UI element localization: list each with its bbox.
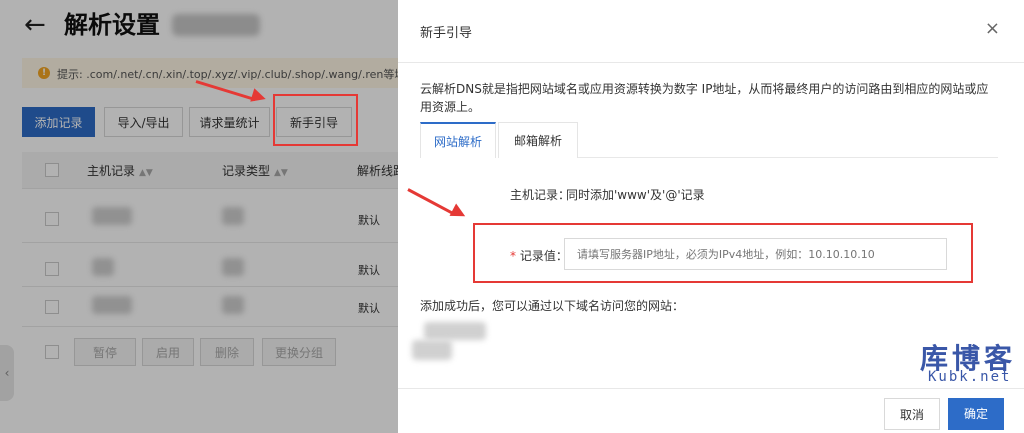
watermark-url: Kubk.net	[928, 369, 1012, 385]
tab-email[interactable]: 邮箱解析	[498, 122, 578, 158]
header-divider	[398, 62, 1024, 63]
host-value: 同时添加'www'及'@'记录	[566, 188, 705, 202]
success-text: 添加成功后，您可以通过以下域名访问您的网站：	[420, 299, 685, 313]
guide-modal: 新手引导 × 云解析DNS就是指把网站域名或应用资源转换为数字 IP地址，从而将…	[398, 0, 1024, 433]
footer-divider	[398, 388, 1024, 389]
modal-title: 新手引导	[420, 26, 473, 41]
confirm-button[interactable]: 确定	[948, 398, 1004, 430]
record-value-input[interactable]	[564, 238, 947, 270]
tab-website[interactable]: 网站解析	[420, 122, 496, 158]
redacted-url	[412, 340, 452, 360]
guide-highlight-box	[273, 94, 358, 146]
tab-divider	[578, 157, 998, 158]
host-label: 主机记录：	[510, 188, 571, 202]
cancel-button[interactable]: 取消	[884, 398, 940, 430]
redacted-url	[424, 322, 486, 340]
modal-description: 云解析DNS就是指把网站域名或应用资源转换为数字 IP地址，从而将最终用户的访问…	[420, 82, 989, 114]
record-label: * 记录值：	[510, 249, 568, 263]
close-icon[interactable]: ×	[985, 18, 1000, 39]
